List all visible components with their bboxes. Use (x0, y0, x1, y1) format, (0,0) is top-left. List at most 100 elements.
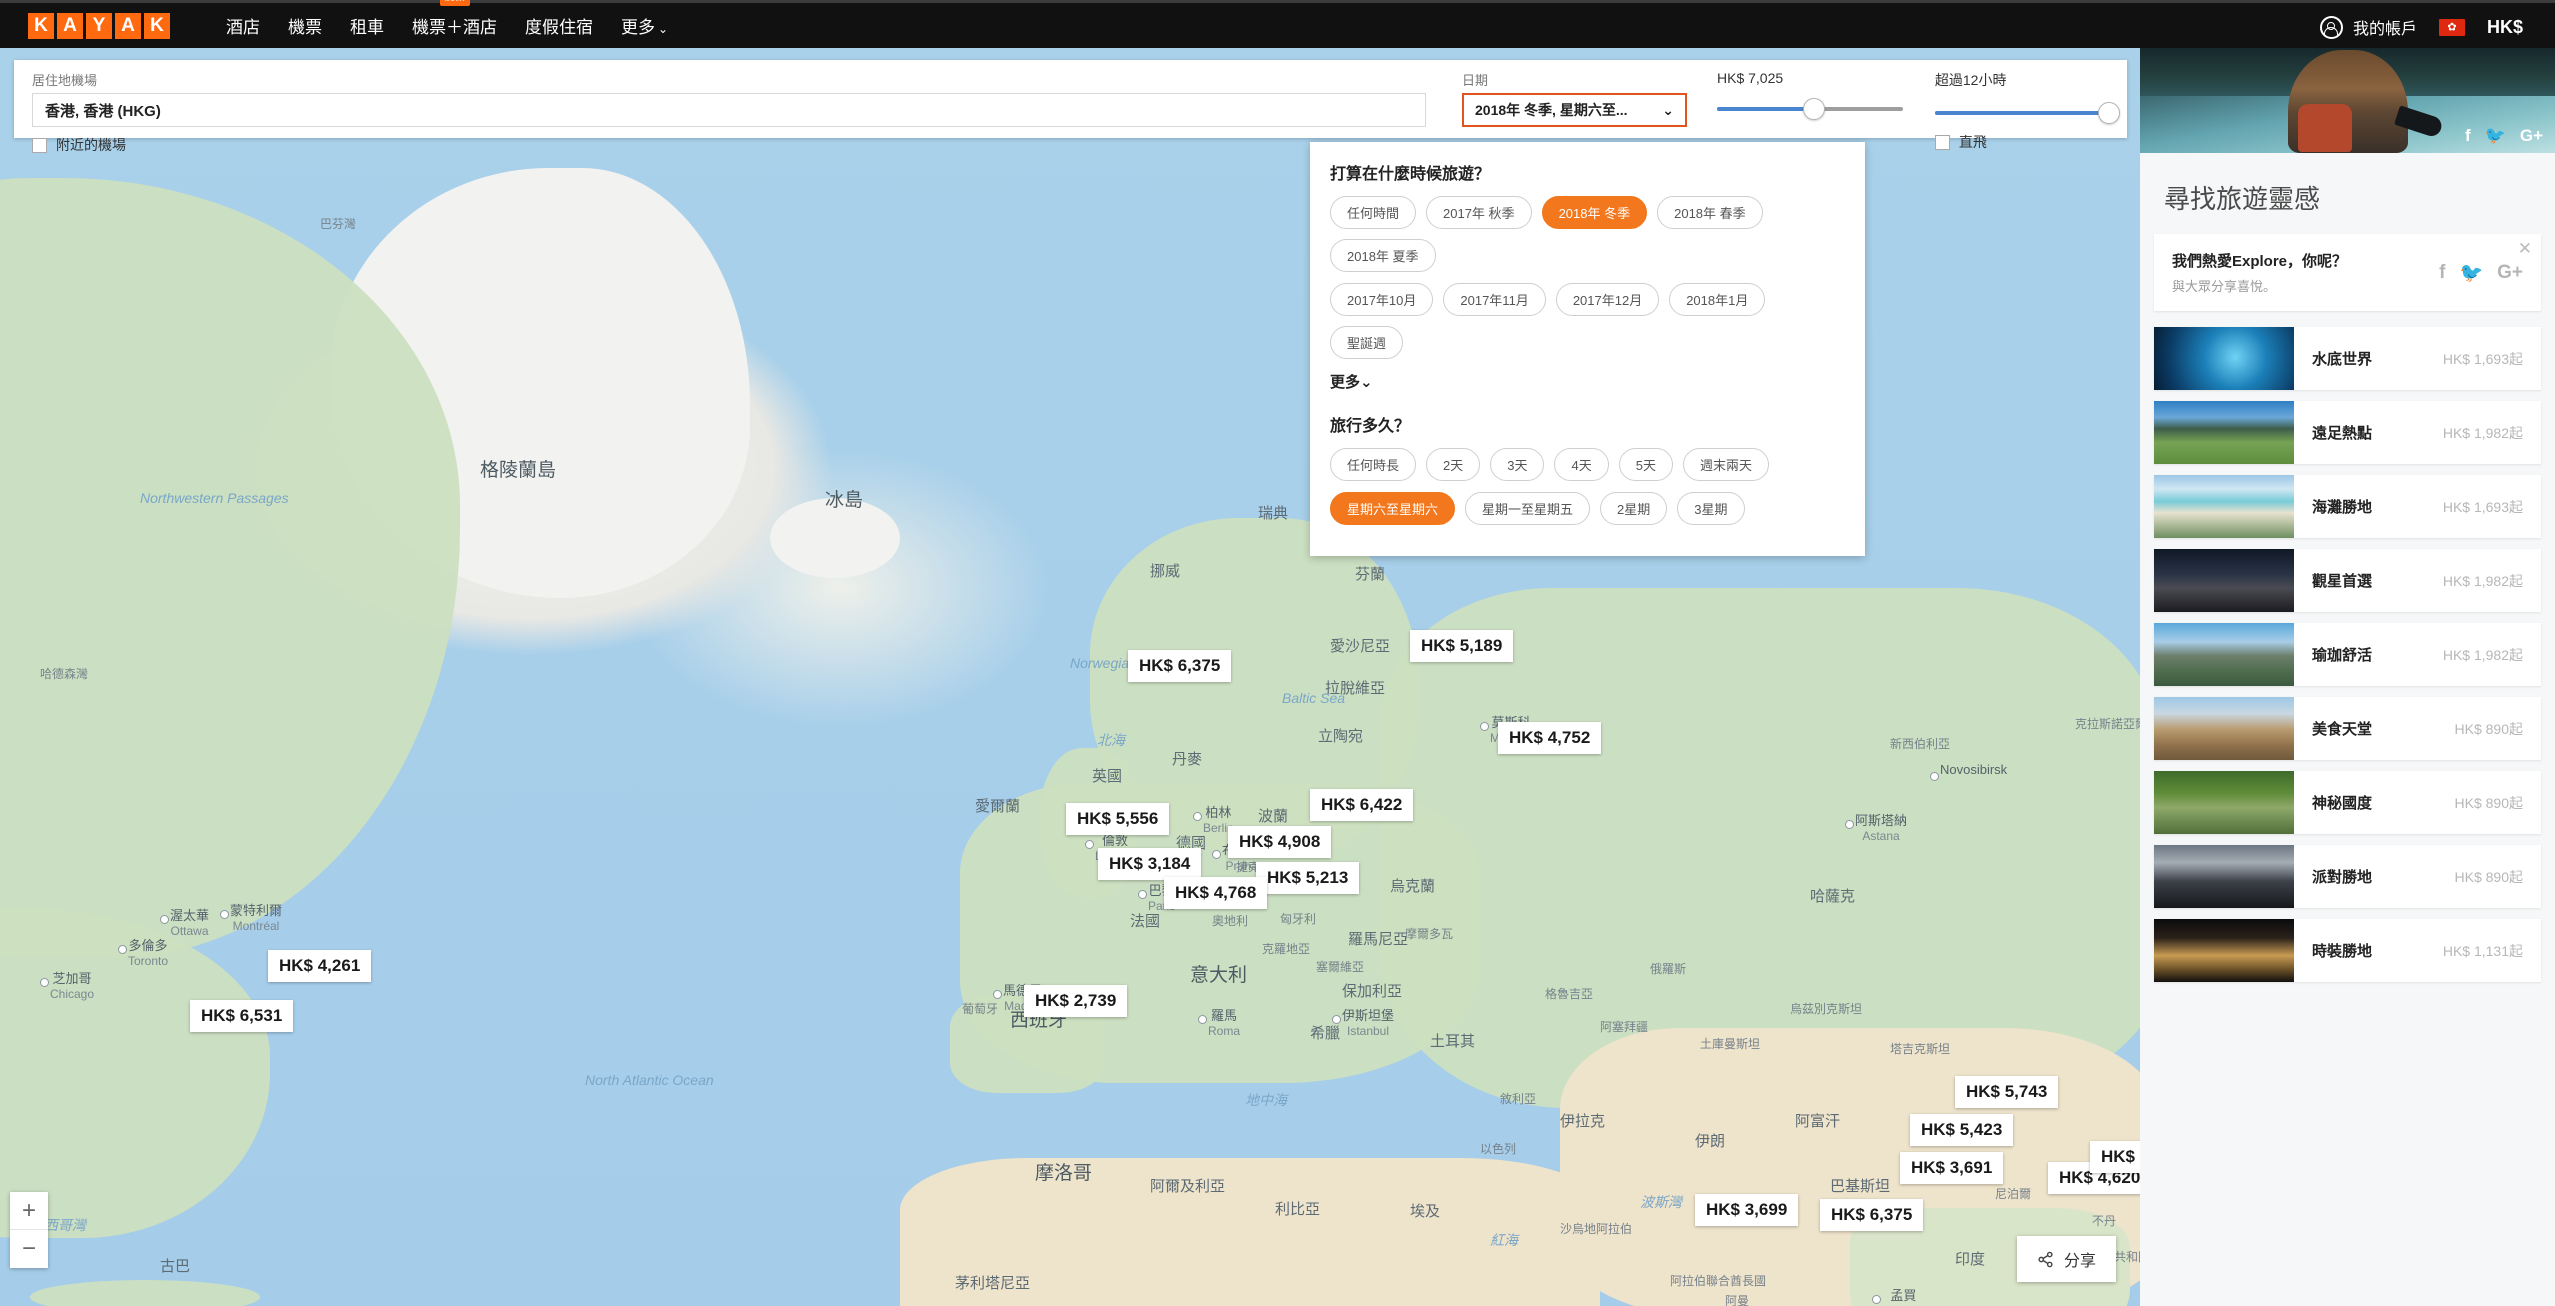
inspiration-card[interactable]: 瑜珈舒活 HK$ 1,982起 (2154, 623, 2541, 686)
map-zoom-controls[interactable]: + − (10, 1192, 48, 1268)
inspiration-card[interactable]: 水底世界 HK$ 1,693起 (2154, 327, 2541, 390)
origin-airport-input[interactable] (32, 93, 1426, 127)
nonstop-checkbox[interactable] (1934, 134, 1950, 150)
price-filter-group: HK$ 7,025 (1717, 70, 1903, 120)
nearby-airports-row[interactable]: 附近的機場 (32, 135, 1426, 155)
zoom-in-button[interactable]: + (10, 1192, 48, 1230)
card-title: 觀星首選 (2312, 573, 2373, 590)
inspiration-card[interactable]: 派對勝地 HK$ 890起 (2154, 845, 2541, 908)
nearby-airports-checkbox[interactable] (32, 137, 47, 153)
facebook-icon[interactable]: f (2465, 127, 2471, 144)
season-pill-3[interactable]: 2018年 春季 (1657, 196, 1763, 229)
duration-pill-row-1[interactable]: 任何時長 2天 3天 4天 5天 週末兩天 (1330, 448, 1845, 481)
duration-pill-3[interactable]: 3星期 (1677, 492, 1745, 525)
inspiration-card[interactable]: 海灘勝地 HK$ 1,693起 (2154, 475, 2541, 538)
nonstop-row[interactable]: 直飛 (1934, 132, 2109, 152)
map-price-pin[interactable]: HK$ 5,423 (1910, 1114, 2014, 1146)
google-plus-icon[interactable]: G+ (2497, 262, 2523, 284)
duration-pill-row-2[interactable]: 星期六至星期六 星期一至星期五 2星期 3星期 (1330, 492, 1845, 525)
map-price-pin[interactable]: HK$ 5,743 (1955, 1076, 2059, 1108)
duration-pill-3[interactable]: 4天 (1554, 448, 1609, 481)
map-price-pin[interactable]: HK$ 4,908 (1228, 826, 1332, 858)
price-slider[interactable] (1717, 98, 1903, 120)
inspiration-card-list[interactable]: 水底世界 HK$ 1,693起 遠足熱點 HK$ 1,982起 海灘勝地 HK$ 1,69… (2140, 327, 2555, 982)
inspiration-card[interactable]: 觀星首選 HK$ 1,982起 (2154, 549, 2541, 612)
map-price-pin[interactable]: HK$ 3,691 (1900, 1152, 2004, 1184)
google-plus-icon[interactable]: G+ (2520, 127, 2543, 144)
map-price-pin[interactable]: HK$ 4,752 (1498, 722, 1602, 754)
my-account-button[interactable]: 我的帳戶 (2319, 15, 2417, 39)
map-price-pin[interactable]: HK$ 4 (2090, 1141, 2140, 1173)
card-thumbnail (2154, 401, 2294, 464)
hero-social-links[interactable]: f 🐦 G+ (2465, 127, 2543, 144)
card-thumbnail (2154, 623, 2294, 686)
more-dates-toggle[interactable]: 更多⌄ (1330, 371, 1845, 392)
season-pill-row[interactable]: 任何時間 2017年 秋季 2018年 冬季 2018年 春季 2018年 夏季 (1330, 196, 1845, 272)
nav-item-5[interactable]: 更多 ⌄ (621, 9, 668, 42)
duration-pill-0[interactable]: 任何時長 (1330, 448, 1417, 481)
price-slider-knob[interactable] (1802, 98, 1825, 120)
nav-item-1[interactable]: 機票 (288, 9, 322, 42)
zoom-out-button[interactable]: − (10, 1230, 48, 1268)
map-city-dot (993, 990, 1002, 999)
season-pill-0[interactable]: 任何時間 (1330, 196, 1417, 229)
duration-pill-1[interactable]: 星期一至星期五 (1465, 492, 1591, 525)
month-pill-row[interactable]: 2017年10月 2017年11月 2017年12月 2018年1月聖誕週 (1330, 283, 1845, 359)
currency-selector[interactable]: HK$ (2487, 17, 2523, 38)
hong-kong-flag-icon[interactable] (2438, 18, 2465, 36)
facebook-icon[interactable]: f (2439, 262, 2445, 284)
nav-item-4[interactable]: 度假住宿 (525, 9, 593, 42)
inspiration-card[interactable]: 神秘國度 HK$ 890起 (2154, 771, 2541, 834)
duration-pill-2[interactable]: 3天 (1490, 448, 1545, 481)
season-pill-1[interactable]: 2017年 秋季 (1426, 196, 1532, 229)
duration-slider-knob[interactable] (2098, 102, 2120, 124)
twitter-icon[interactable]: 🐦 (2459, 261, 2483, 285)
map-price-pin[interactable]: HK$ 5,189 (1410, 630, 1514, 662)
map-land-usa-east (0, 908, 270, 1238)
twitter-icon[interactable]: 🐦 (2485, 127, 2506, 144)
month-pill-0[interactable]: 2017年10月 (1330, 283, 1434, 316)
duration-pill-4[interactable]: 5天 (1618, 448, 1673, 481)
map-price-pin[interactable]: HK$ 4,768 (1164, 877, 1268, 909)
nav-item-3[interactable]: 度假機票＋酒店 (412, 0, 497, 42)
promo-social-links[interactable]: f 🐦 G+ (2439, 261, 2523, 285)
map-price-pin[interactable]: HK$ 3,184 (1098, 848, 1202, 880)
map-price-pin[interactable]: HK$ 6,422 (1310, 789, 1414, 821)
card-price: HK$ 890起 (2454, 794, 2523, 811)
season-pill-2[interactable]: 2018年 冬季 (1541, 196, 1648, 229)
duration-pill-2[interactable]: 2星期 (1600, 492, 1668, 525)
season-pill-4[interactable]: 2018年 夏季 (1330, 239, 1436, 272)
duration-pill-5[interactable]: 週末兩天 (1682, 448, 1769, 481)
month-pill-1[interactable]: 2017年11月 (1443, 283, 1546, 316)
month-pill-2[interactable]: 2017年12月 (1555, 283, 1660, 316)
card-price: HK$ 890起 (2454, 868, 2523, 885)
map-price-pin[interactable]: HK$ 5,213 (1256, 862, 1360, 894)
map-price-pin[interactable]: HK$ 6,375 (1128, 650, 1232, 682)
month-pill-4[interactable]: 聖誕週 (1330, 326, 1404, 359)
map-price-pin[interactable]: HK$ 5,556 (1066, 803, 1170, 835)
duration-pill-1[interactable]: 2天 (1426, 448, 1481, 481)
map-price-pin[interactable]: HK$ 3,699 (1695, 1194, 1799, 1226)
date-field-label: 日期 (1462, 73, 1489, 88)
nav-item-label: 機票 (288, 18, 322, 37)
card-price: HK$ 1,693起 (2442, 498, 2523, 515)
month-pill-3[interactable]: 2018年1月 (1669, 283, 1766, 316)
main-nav-links[interactable]: 酒店 機票 租車 度假機票＋酒店 度假住宿 更多⌄ (226, 0, 668, 42)
card-thumbnail (2154, 771, 2294, 834)
duration-slider[interactable] (1934, 102, 2120, 124)
inspiration-card[interactable]: 美食天堂 HK$ 890起 (2154, 697, 2541, 760)
logo-letter-4: K (144, 12, 170, 39)
kayak-logo[interactable]: KAYAK (28, 12, 170, 39)
map-price-pin[interactable]: HK$ 6,375 (1820, 1199, 1924, 1231)
inspiration-card[interactable]: 時裝勝地 HK$ 1,131起 (2154, 919, 2541, 982)
map-price-pin[interactable]: HK$ 6,531 (190, 1000, 294, 1032)
map-price-pin[interactable]: HK$ 4,261 (268, 950, 372, 982)
nav-item-2[interactable]: 租車 (350, 9, 384, 42)
share-button[interactable]: 分享 (2016, 1236, 2116, 1282)
inspiration-card[interactable]: 遠足熱點 HK$ 1,982起 (2154, 401, 2541, 464)
date-select-button[interactable]: 2018年 冬季, 星期六至... ⌄ (1462, 93, 1687, 127)
map-price-pin[interactable]: HK$ 2,739 (1024, 985, 1128, 1017)
close-icon[interactable]: ✕ (2518, 239, 2532, 259)
duration-pill-0[interactable]: 星期六至星期六 (1330, 492, 1456, 525)
nav-item-0[interactable]: 酒店 (226, 9, 260, 42)
